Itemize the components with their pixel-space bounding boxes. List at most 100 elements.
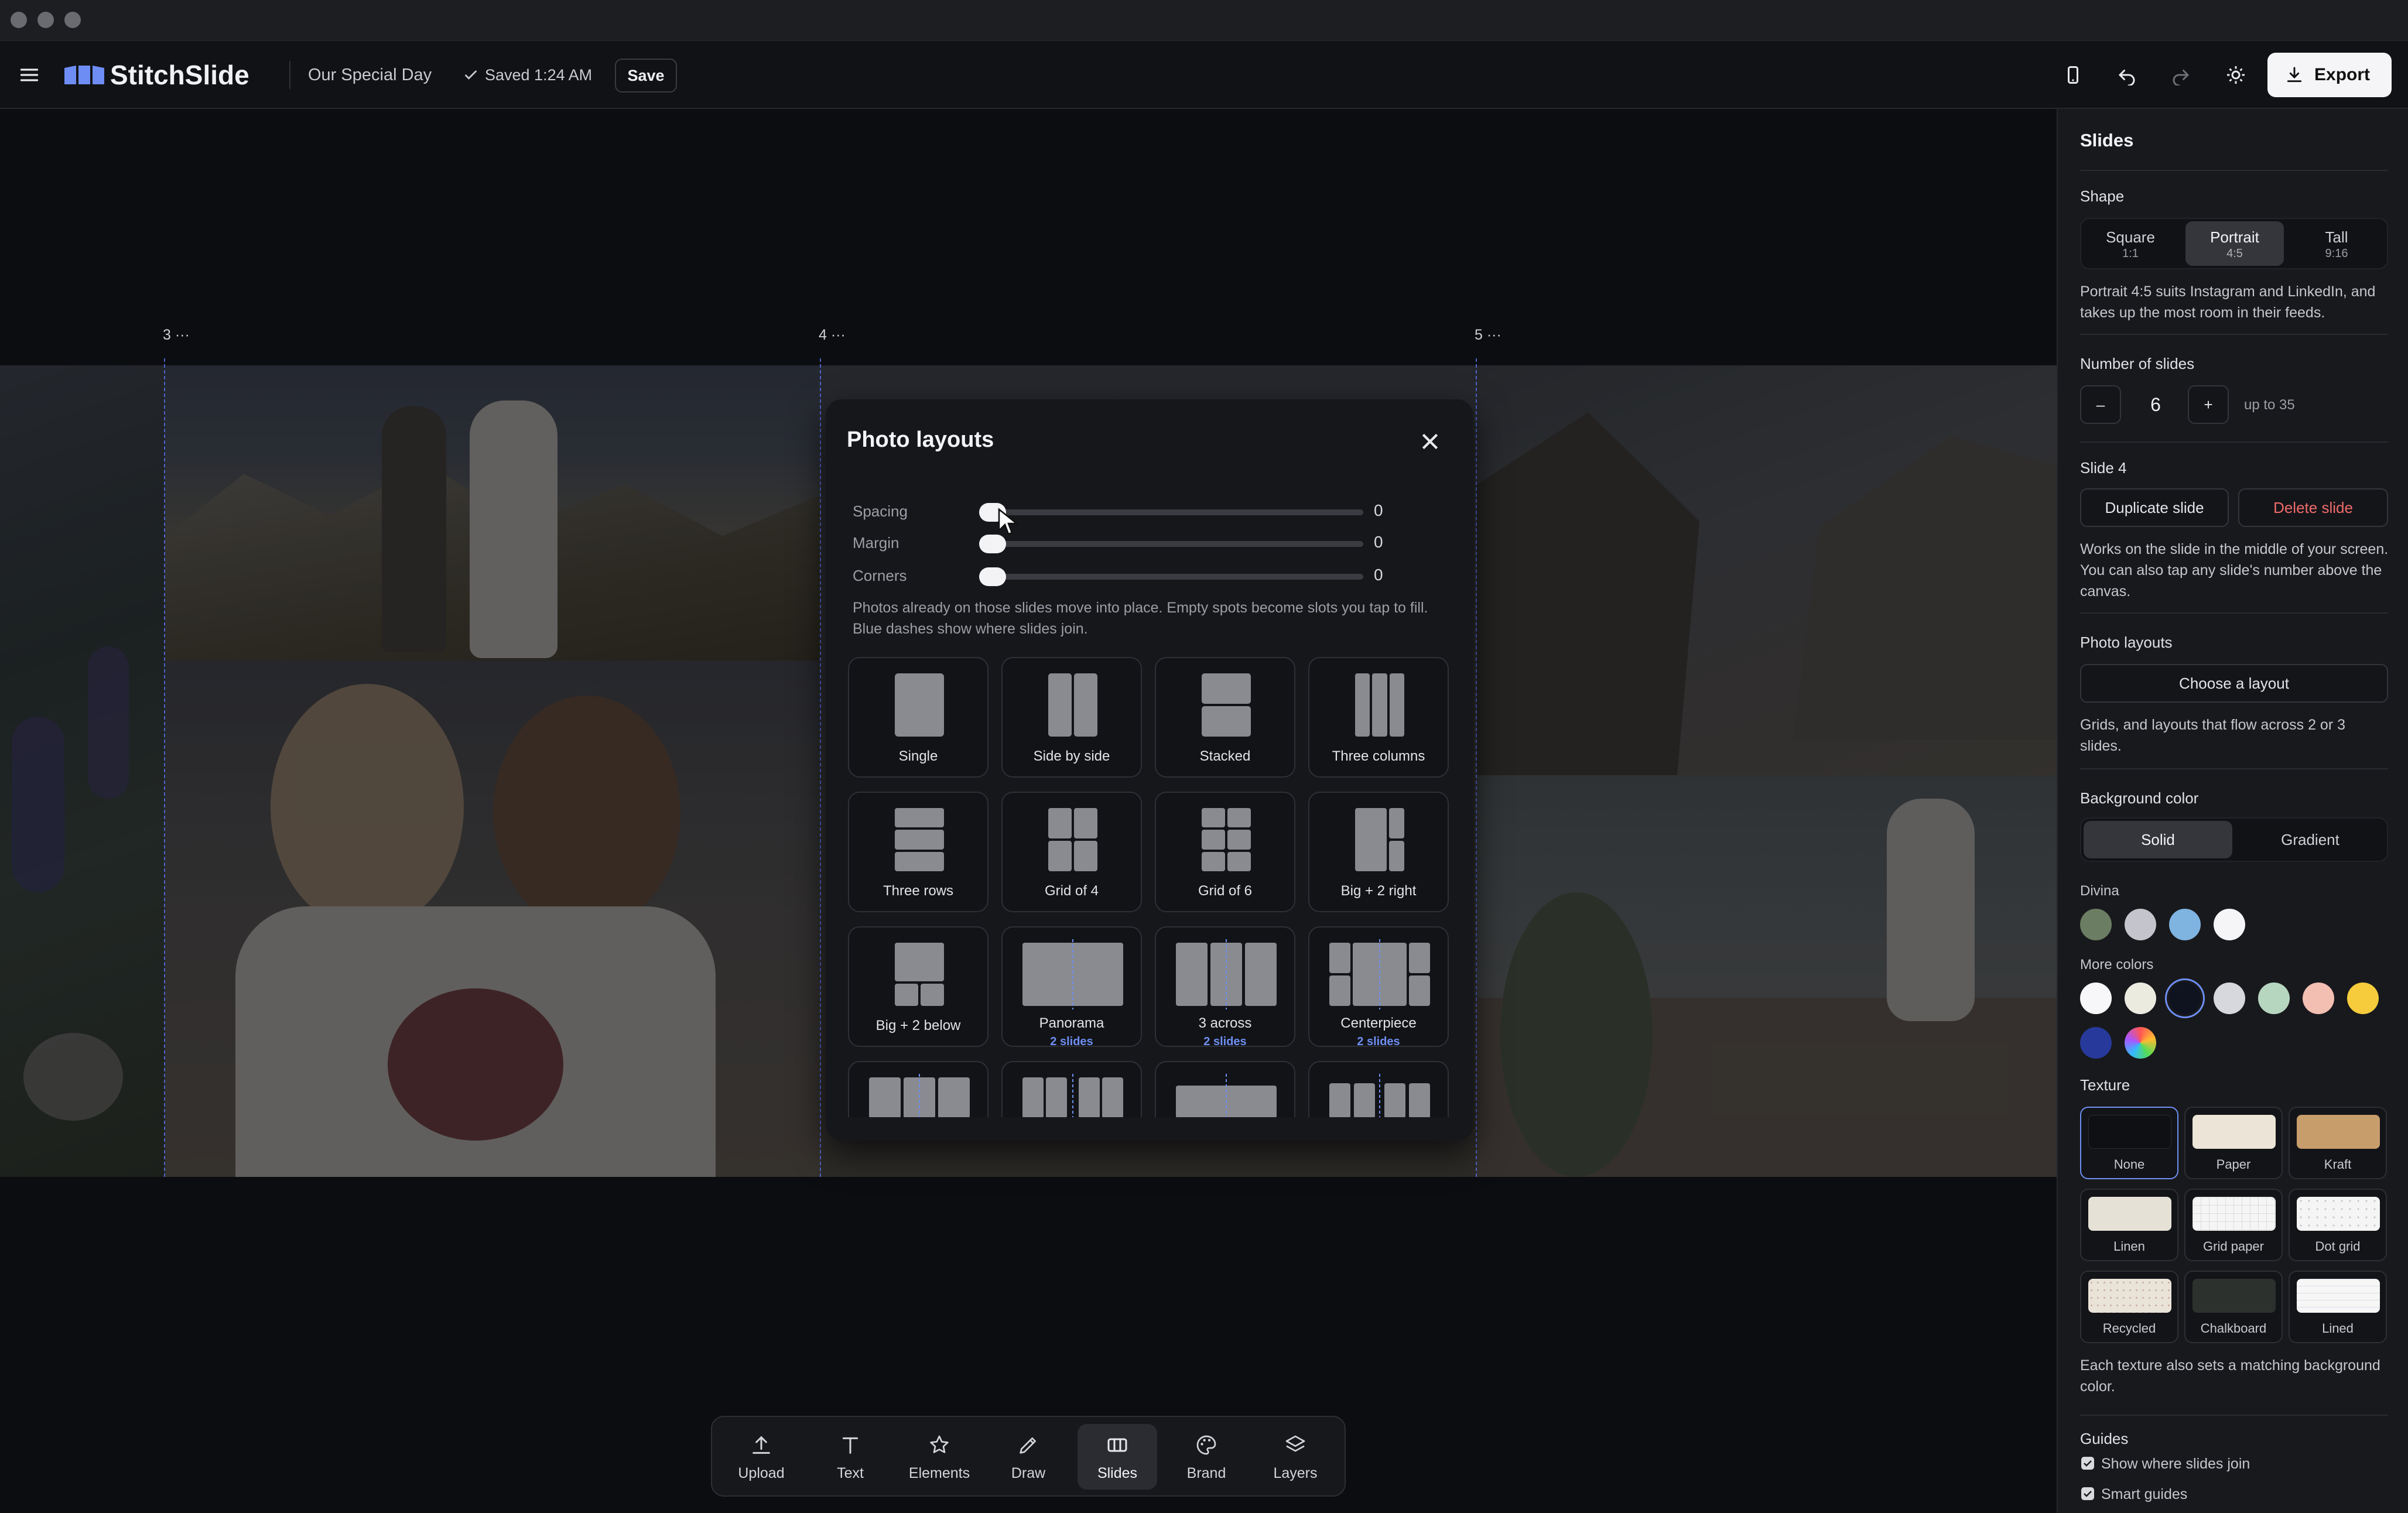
layout-stacked[interactable]: Stacked xyxy=(1155,657,1295,778)
layout-grid-of-4[interactable]: Grid of 4 xyxy=(1001,792,1142,912)
decrease-slides-button[interactable]: – xyxy=(2080,385,2121,424)
layout-name: Three columns xyxy=(1332,748,1425,764)
texture-none[interactable]: None xyxy=(2080,1107,2178,1179)
menu-icon[interactable] xyxy=(11,56,48,94)
slide-number-5[interactable]: 5 ··· xyxy=(1475,327,1501,344)
custom-color-picker-icon[interactable] xyxy=(2125,1027,2156,1059)
layout-side-by-side[interactable]: Side by side xyxy=(1001,657,1142,778)
tool-brand[interactable]: Brand xyxy=(1167,1424,1246,1490)
tool-slides[interactable]: Slides xyxy=(1078,1424,1157,1490)
color-swatch[interactable] xyxy=(2258,983,2290,1014)
delete-slide-button[interactable]: Delete slide xyxy=(2238,488,2388,527)
layout-big-2-right[interactable]: Big + 2 right xyxy=(1308,792,1449,912)
spacing-label: Spacing xyxy=(853,502,908,520)
shape-tall-option[interactable]: Tall 9:16 xyxy=(2290,221,2383,266)
layout-panorama[interactable]: Panorama 2 slides xyxy=(1001,926,1142,1048)
texture-paper[interactable]: Paper xyxy=(2184,1107,2283,1179)
slide-number-4[interactable]: 4 ··· xyxy=(819,327,846,344)
tool-label: Text xyxy=(837,1465,864,1481)
redo-icon[interactable] xyxy=(2162,56,2200,94)
smart-guides-label: Smart guides xyxy=(2101,1486,2188,1502)
panel-title: Slides xyxy=(2080,130,2134,150)
corners-slider-handle[interactable] xyxy=(979,567,1006,586)
shape-portrait-option[interactable]: Portrait 4:5 xyxy=(2185,221,2284,266)
palette-swatch[interactable] xyxy=(2125,909,2156,940)
layout-name: Big + 2 below xyxy=(875,1018,961,1033)
slide-join-guide xyxy=(820,358,821,1177)
texture-lined[interactable]: Lined xyxy=(2289,1271,2387,1343)
texture-recycled[interactable]: Recycled xyxy=(2080,1271,2178,1343)
layers-icon xyxy=(1285,1435,1305,1452)
spacing-slider[interactable] xyxy=(979,509,1363,515)
texture-grid-paper[interactable]: Grid paper xyxy=(2184,1189,2283,1261)
layout-big-2-below[interactable]: Big + 2 below xyxy=(848,926,988,1047)
tool-upload[interactable]: Upload xyxy=(721,1424,801,1490)
texture-dot-grid[interactable]: Dot grid xyxy=(2289,1189,2387,1261)
layout-centerpiece[interactable]: Centerpiece 2 slides xyxy=(1308,926,1449,1048)
texture-chalkboard[interactable]: Chalkboard xyxy=(2184,1271,2283,1343)
theme-sun-icon[interactable] xyxy=(2217,56,2255,94)
texture-note: Each texture also sets a matching backgr… xyxy=(2080,1357,2380,1395)
color-swatch[interactable] xyxy=(2214,983,2245,1014)
slide-count-value[interactable]: 6 xyxy=(2135,385,2176,424)
save-button[interactable]: Save xyxy=(615,59,677,93)
phone-preview-icon[interactable] xyxy=(2054,56,2092,94)
show-joins-checkbox[interactable] xyxy=(2081,1457,2094,1470)
tool-text[interactable]: Text xyxy=(810,1424,890,1490)
pencil-icon xyxy=(1020,1437,1036,1454)
window-zoom-button[interactable] xyxy=(64,12,81,28)
solid-option[interactable]: Solid xyxy=(2084,821,2232,858)
duplicate-slide-button[interactable]: Duplicate slide xyxy=(2080,488,2229,527)
download-icon xyxy=(2287,67,2302,83)
color-swatch[interactable] xyxy=(2080,1027,2112,1059)
guides-label: Guides xyxy=(2080,1430,2129,1447)
export-button[interactable]: Export xyxy=(2267,53,2392,97)
window-title-bar xyxy=(0,0,2408,41)
shape-square-option[interactable]: Square 1:1 xyxy=(2084,221,2177,266)
texture-name: Lined xyxy=(2322,1321,2354,1336)
tool-draw[interactable]: Draw xyxy=(988,1424,1068,1490)
app-header: StitchSlide Our Special Day Saved 1:24 A… xyxy=(0,41,2408,109)
layout-grid-of-6[interactable]: Grid of 6 xyxy=(1155,792,1295,912)
palette-name: Divina xyxy=(2080,883,2119,899)
layout-name: Centerpiece xyxy=(1340,1015,1417,1031)
slide-join-guide xyxy=(164,358,165,1177)
smart-guides-checkbox[interactable] xyxy=(2081,1487,2094,1500)
layout-name: Panorama xyxy=(1039,1015,1104,1031)
layout-single[interactable]: Single xyxy=(848,657,988,778)
palette-swatch[interactable] xyxy=(2080,909,2112,940)
corners-slider[interactable] xyxy=(979,574,1363,580)
color-swatch[interactable] xyxy=(2347,983,2379,1014)
palette-swatch[interactable] xyxy=(2214,909,2245,940)
tool-elements[interactable]: Elements xyxy=(899,1424,979,1490)
gradient-option[interactable]: Gradient xyxy=(2236,821,2385,858)
dialog-title: Photo layouts xyxy=(847,427,994,452)
margin-label: Margin xyxy=(853,534,899,552)
texture-kraft[interactable]: Kraft xyxy=(2289,1107,2387,1179)
panel-divider xyxy=(2080,334,2388,335)
undo-icon[interactable] xyxy=(2108,56,2146,94)
document-title[interactable]: Our Special Day xyxy=(308,41,432,109)
texture-name: Kraft xyxy=(2324,1157,2352,1172)
close-icon[interactable] xyxy=(1414,425,1446,458)
texture-linen[interactable]: Linen xyxy=(2080,1189,2178,1261)
layout-three-rows[interactable]: Three rows xyxy=(848,792,988,912)
text-icon xyxy=(842,1437,858,1454)
saved-status: Saved 1:24 AM xyxy=(485,66,593,84)
margin-slider[interactable] xyxy=(979,541,1363,547)
slides-settings-panel: Slides Shape Square 1:1 Portrait 4:5 Tal… xyxy=(2057,109,2408,1513)
color-swatch-selected[interactable] xyxy=(2169,983,2201,1014)
slide-number-3[interactable]: 3 ··· xyxy=(163,327,190,344)
shape-note: Portrait 4:5 suits Instagram and LinkedI… xyxy=(2080,283,2376,321)
color-swatch[interactable] xyxy=(2080,983,2112,1014)
choose-layout-button[interactable]: Choose a layout xyxy=(2080,664,2388,703)
tool-layers[interactable]: Layers xyxy=(1256,1424,1335,1490)
layout-3-across[interactable]: 3 across 2 slides xyxy=(1155,926,1295,1048)
color-swatch[interactable] xyxy=(2303,983,2334,1014)
window-close-button[interactable] xyxy=(11,12,27,28)
color-swatch[interactable] xyxy=(2125,983,2156,1014)
palette-swatch[interactable] xyxy=(2169,909,2201,940)
increase-slides-button[interactable]: + xyxy=(2188,385,2229,424)
layout-three-columns[interactable]: Three columns xyxy=(1308,657,1449,778)
window-minimize-button[interactable] xyxy=(37,12,54,28)
